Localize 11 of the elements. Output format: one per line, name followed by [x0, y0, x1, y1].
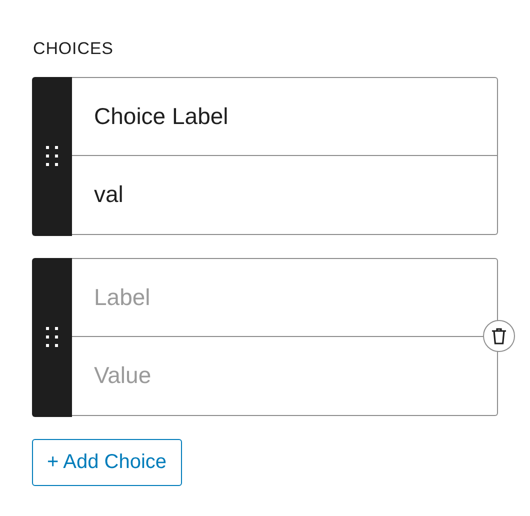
trash-icon — [491, 326, 507, 344]
label-field[interactable]: Label — [72, 258, 498, 336]
label-field[interactable]: Choice Label — [72, 76, 498, 156]
drag-handle[interactable] — [32, 76, 72, 236]
section-heading: CHOICES — [32, 38, 114, 60]
add-choice-button[interactable]: + Add Choice — [32, 438, 182, 486]
drag-handle-icon[interactable] — [45, 145, 59, 167]
value-field[interactable]: val — [72, 156, 498, 234]
delete-button[interactable] — [483, 320, 515, 352]
drag-handle[interactable] — [32, 258, 72, 416]
drag-handle-icon[interactable] — [45, 326, 59, 348]
